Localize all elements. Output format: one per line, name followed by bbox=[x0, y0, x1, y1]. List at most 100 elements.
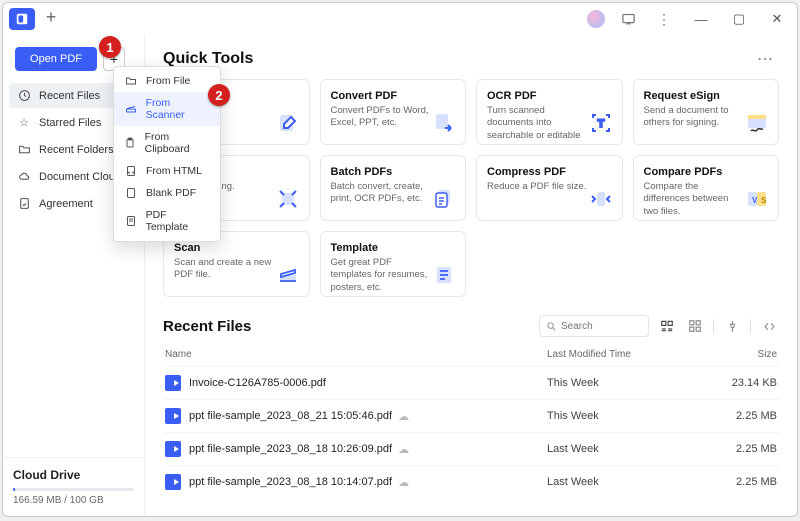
card-desc: Get great PDF templates for resumes, pos… bbox=[331, 257, 431, 294]
search-input[interactable] bbox=[561, 321, 641, 332]
card-title: Compare PDFs bbox=[644, 166, 769, 178]
card-desc: Reduce a PDF file size. bbox=[487, 181, 587, 193]
menu-from-clipboard[interactable]: From Clipboard bbox=[114, 126, 220, 160]
pdf-file-icon bbox=[165, 375, 181, 391]
card-title: OCR PDF bbox=[487, 90, 612, 102]
card-title: Convert PDF bbox=[331, 90, 456, 102]
search-box[interactable] bbox=[539, 315, 649, 337]
sidebar-item-label: Recent Files bbox=[39, 90, 100, 102]
menu-item-label: From Scanner bbox=[146, 97, 210, 121]
sidebar-item-label: Recent Folders bbox=[39, 144, 114, 156]
file-row[interactable]: ppt file-sample_2023_08_21 15:05:46.pdf☁… bbox=[163, 399, 779, 432]
cloud-icon bbox=[17, 170, 31, 183]
card-title: Template bbox=[331, 242, 456, 254]
create-menu: From File From Scanner From Clipboard Fr… bbox=[113, 66, 221, 242]
pdf-file-icon bbox=[165, 408, 181, 424]
sidebar-item-label: Agreement bbox=[39, 198, 93, 210]
cloud-sync-icon: ☁ bbox=[398, 410, 409, 423]
maximize-button[interactable]: ▢ bbox=[725, 7, 753, 31]
annotation-badge-2: 2 bbox=[208, 84, 230, 106]
collapse-icon[interactable] bbox=[759, 315, 779, 337]
file-name: ppt file-sample_2023_08_18 10:14:07.pdf bbox=[189, 476, 392, 488]
open-pdf-button[interactable]: Open PDF bbox=[15, 47, 97, 71]
tool-card-convert[interactable]: Convert PDF Convert PDFs to Word, Excel,… bbox=[320, 79, 467, 145]
pin-icon[interactable] bbox=[722, 315, 742, 337]
tool-card-batch[interactable]: Batch PDFs Batch convert, create, print,… bbox=[320, 155, 467, 221]
quick-tools-more-icon[interactable]: ⋯ bbox=[753, 47, 779, 71]
menu-item-label: Blank PDF bbox=[146, 187, 196, 199]
menu-item-label: From Clipboard bbox=[145, 131, 210, 155]
agreement-icon bbox=[17, 197, 31, 210]
card-desc: Send a document to others for signing. bbox=[644, 105, 744, 130]
blank-icon bbox=[124, 187, 138, 199]
list-view-icon[interactable] bbox=[657, 315, 677, 337]
file-size: 2.25 MB bbox=[707, 476, 777, 488]
menu-item-label: From HTML bbox=[146, 165, 202, 177]
tool-card-compress[interactable]: Compress PDF Reduce a PDF file size. bbox=[476, 155, 623, 221]
template-icon bbox=[431, 262, 457, 288]
edit-icon bbox=[275, 110, 301, 136]
file-row[interactable]: ppt file-sample_2023_08_18 10:26:09.pdf☁… bbox=[163, 432, 779, 465]
menu-from-file[interactable]: From File bbox=[114, 70, 220, 92]
html-icon bbox=[124, 165, 138, 177]
tool-card-ocr[interactable]: OCR PDF Turn scanned documents into sear… bbox=[476, 79, 623, 145]
card-desc: Scan and create a new PDF file. bbox=[174, 257, 274, 282]
divider bbox=[713, 319, 714, 333]
col-modified: Last Modified Time bbox=[547, 349, 707, 360]
menu-from-html[interactable]: From HTML bbox=[114, 160, 220, 182]
file-modified: Last Week bbox=[547, 443, 707, 455]
tool-card-esign[interactable]: Request eSign Send a document to others … bbox=[633, 79, 780, 145]
col-size: Size bbox=[707, 349, 777, 360]
batch-icon bbox=[431, 186, 457, 212]
file-modified: Last Week bbox=[547, 476, 707, 488]
assistant-icon[interactable] bbox=[587, 10, 605, 28]
menu-pdf-template[interactable]: PDF Template bbox=[114, 204, 220, 238]
folder-icon bbox=[124, 75, 138, 87]
svg-text:T: T bbox=[597, 118, 604, 130]
compress-icon bbox=[588, 186, 614, 212]
convert-icon bbox=[431, 110, 457, 136]
divider bbox=[750, 319, 751, 333]
card-desc: Turn scanned documents into searchable o… bbox=[487, 105, 587, 145]
ocr-icon: T bbox=[588, 110, 614, 136]
card-title: Request eSign bbox=[644, 90, 769, 102]
file-name: Invoice-C126A785-0006.pdf bbox=[189, 377, 326, 389]
file-row[interactable]: Invoice-C126A785-0006.pdfThis Week23.14 … bbox=[163, 366, 779, 399]
minimize-button[interactable]: — bbox=[687, 7, 715, 31]
search-icon bbox=[546, 321, 557, 332]
menu-item-label: From File bbox=[146, 75, 190, 87]
menu-from-scanner[interactable]: From Scanner bbox=[114, 92, 220, 126]
svg-text:S: S bbox=[761, 196, 767, 205]
titlebar: + ⋮ — ▢ ✕ bbox=[3, 3, 797, 35]
sidebar-item-label: Starred Files bbox=[39, 117, 101, 129]
pdf-file-icon bbox=[165, 474, 181, 490]
new-tab-button[interactable]: + bbox=[41, 9, 61, 29]
col-name: Name bbox=[165, 349, 547, 360]
main-content: Quick Tools ⋯ mages in a Convert PDF Con… bbox=[145, 35, 797, 516]
combine-icon bbox=[275, 186, 301, 212]
file-row[interactable]: ppt file-sample_2023_08_18 10:14:07.pdf ☁… bbox=[163, 465, 779, 498]
menu-item-label: PDF Template bbox=[146, 209, 210, 233]
tool-card-compare[interactable]: Compare PDFs Compare the differences bet… bbox=[633, 155, 780, 221]
chat-icon[interactable] bbox=[615, 6, 641, 32]
grid-view-icon[interactable] bbox=[685, 315, 705, 337]
menu-blank-pdf[interactable]: Blank PDF bbox=[114, 182, 220, 204]
clock-icon bbox=[17, 89, 31, 102]
file-list-header: Name Last Modified Time Size bbox=[163, 343, 779, 366]
file-name: ppt file-sample_2023_08_18 10:26:09.pdf bbox=[189, 443, 392, 455]
card-desc: Compare the differences between two file… bbox=[644, 181, 744, 218]
card-desc: Convert PDFs to Word, Excel, PPT, etc. bbox=[331, 105, 431, 130]
svg-text:V: V bbox=[752, 196, 758, 205]
sidebar-item-label: Document Cloud bbox=[39, 171, 121, 183]
tool-card-template[interactable]: Template Get great PDF templates for res… bbox=[320, 231, 467, 297]
kebab-menu-icon[interactable]: ⋮ bbox=[651, 6, 677, 32]
cloud-sync-icon: ☁ bbox=[398, 476, 409, 489]
cloud-drive-heading: Cloud Drive bbox=[13, 468, 134, 482]
compare-icon: VS bbox=[744, 186, 770, 212]
close-button[interactable]: ✕ bbox=[763, 7, 791, 31]
cloud-usage-text: 166.59 MB / 100 GB bbox=[13, 495, 134, 506]
card-title: Compress PDF bbox=[487, 166, 612, 178]
card-title: Batch PDFs bbox=[331, 166, 456, 178]
cloud-usage-bar bbox=[13, 488, 134, 491]
app-tab[interactable] bbox=[9, 8, 35, 30]
